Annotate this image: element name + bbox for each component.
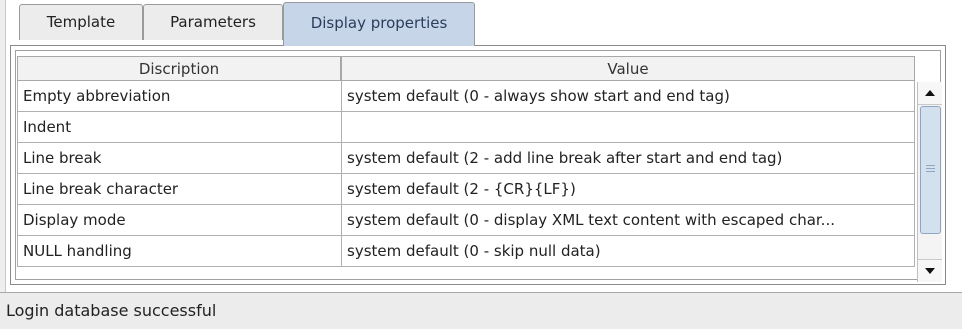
- window: Template Parameters Display properties D…: [0, 0, 962, 329]
- arrow-up-icon: [925, 90, 935, 96]
- thumb-grip-line: [926, 171, 935, 172]
- row-description: Indent: [17, 112, 341, 143]
- table-row[interactable]: Display mode system default (0 - display…: [17, 205, 915, 236]
- row-description: Display mode: [17, 205, 341, 236]
- row-value[interactable]: system default (0 - display XML text con…: [341, 205, 915, 236]
- table-row[interactable]: Indent: [17, 112, 915, 143]
- row-value[interactable]: system default (2 - add line break after…: [341, 143, 915, 174]
- thumb-grip-line: [926, 165, 935, 166]
- tab-template[interactable]: Template: [19, 4, 143, 40]
- row-description: Empty abbreviation: [17, 81, 341, 112]
- table-row[interactable]: Empty abbreviation system default (0 - a…: [17, 81, 915, 112]
- row-value[interactable]: system default (0 - always show start an…: [341, 81, 915, 112]
- table-row[interactable]: Line break character system default (2 -…: [17, 174, 915, 205]
- row-description: NULL handling: [17, 236, 341, 267]
- row-value[interactable]: [341, 112, 915, 143]
- status-message: Login database successful: [6, 301, 217, 320]
- status-bar: Login database successful: [0, 292, 962, 329]
- window-left-edge: [0, 0, 6, 329]
- row-description: Line break: [17, 143, 341, 174]
- row-value[interactable]: system default (0 - skip null data): [341, 236, 915, 267]
- tab-strip: Template Parameters Display properties: [5, 0, 962, 46]
- table-row[interactable]: Line break system default (2 - add line …: [17, 143, 915, 174]
- scroll-up-button[interactable]: [918, 82, 942, 105]
- tab-parameters[interactable]: Parameters: [143, 4, 283, 40]
- row-description: Line break character: [17, 174, 341, 205]
- row-value[interactable]: system default (2 - {CR}{LF}): [341, 174, 915, 205]
- tab-display-properties[interactable]: Display properties: [283, 2, 475, 46]
- properties-table: Discription Value Empty abbreviation sys…: [17, 56, 915, 282]
- scroll-thumb[interactable]: [920, 106, 941, 234]
- column-header-value[interactable]: Value: [341, 56, 915, 81]
- arrow-down-icon: [925, 268, 935, 274]
- vertical-scrollbar[interactable]: [917, 82, 942, 282]
- scroll-down-button[interactable]: [918, 259, 942, 282]
- thumb-grip-line: [926, 168, 935, 169]
- column-header-description[interactable]: Discription: [17, 56, 341, 81]
- table-row[interactable]: NULL handling system default (0 - skip n…: [17, 236, 915, 267]
